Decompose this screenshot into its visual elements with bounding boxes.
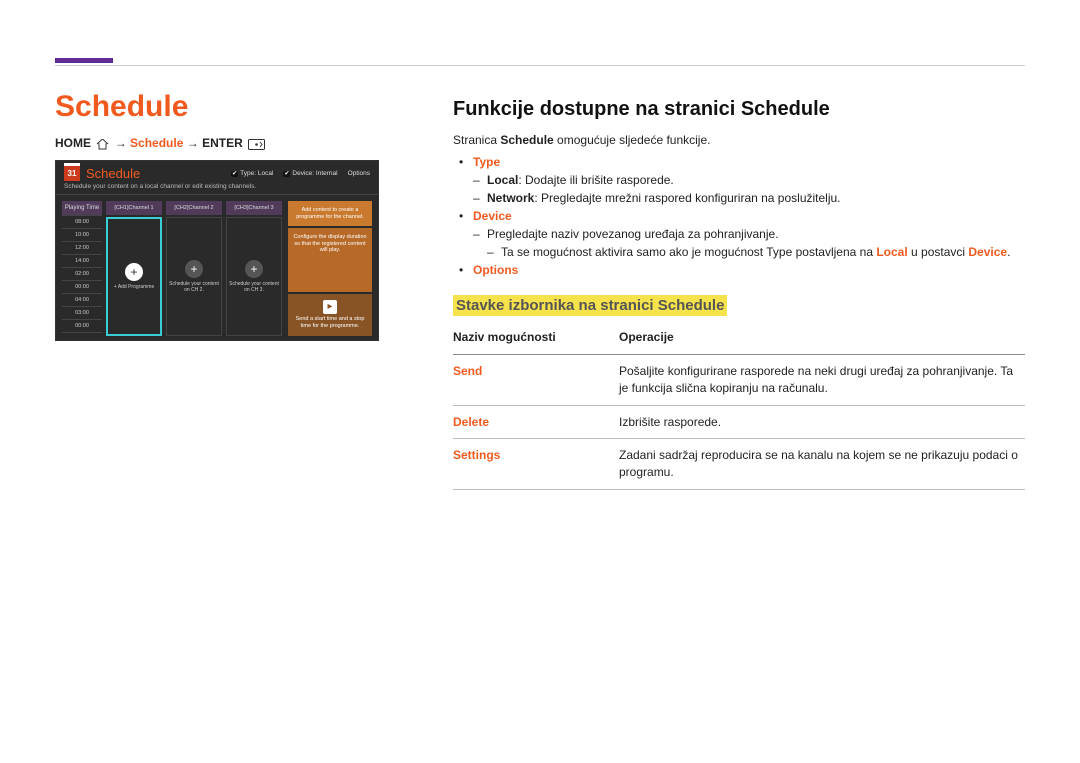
item-device: Device — [459, 209, 1025, 223]
schedule-screenshot: 31 Schedule Type: Local Device: Internal… — [55, 160, 379, 341]
row-settings-desc: Zadani sadržaj reproducira se na kanalu … — [619, 439, 1025, 490]
page-title: Schedule — [55, 90, 425, 124]
mock-side3-text: Send a start time and a stop time for th… — [292, 316, 368, 329]
bc-arrow: → — [187, 136, 202, 150]
mock-ch3-txt: Schedule your content on CH 3. — [229, 282, 279, 293]
mock-title: Schedule — [86, 166, 140, 181]
enter-icon — [248, 139, 265, 150]
table-row: Send Pošaljite konfigurirane rasporede n… — [453, 355, 1025, 406]
header-rule — [55, 65, 1025, 66]
mock-time: 14:00 — [62, 255, 102, 268]
table-row: Delete Izbrišite rasporede. — [453, 405, 1025, 439]
options-table: Naziv mogućnosti Operacije Send Pošaljit… — [453, 320, 1025, 490]
mock-side2: Configure the display duration so that t… — [288, 228, 372, 292]
intro: Stranica Schedule omogućuje sljedeće fun… — [453, 131, 1025, 149]
mock-time: 10:00 — [62, 229, 102, 242]
th-name: Naziv mogućnosti — [453, 320, 619, 355]
mock-side1: Add content to create a programme for th… — [288, 201, 372, 226]
th-ops: Operacije — [619, 320, 1025, 355]
item-device-note: Ta se mogućnost aktivira samo ako je mog… — [459, 245, 1025, 259]
mock-ch3-head: [CH3]Channel 3 — [226, 201, 282, 215]
mock-type: Type: Local — [231, 170, 273, 177]
item-options: Options — [459, 263, 1025, 277]
bc-arrow: → — [115, 136, 130, 150]
item-device-desc: Pregledajte naziv povezanog uređaja za p… — [459, 227, 1025, 241]
mock-time: 03:00 — [62, 307, 102, 320]
mock-options: Options — [348, 170, 370, 177]
home-icon — [96, 139, 109, 150]
breadcrumb: HOME → Schedule → ENTER — [55, 136, 425, 150]
row-delete-desc: Izbrišite rasporede. — [619, 405, 1025, 439]
row-delete-name: Delete — [453, 405, 619, 439]
bc-schedule: Schedule — [130, 136, 183, 150]
mock-time: 02:00 — [62, 268, 102, 281]
mock-device: Device: Internal — [283, 170, 337, 177]
mock-ch2-head: [CH2]Channel 2 — [166, 201, 222, 215]
mock-subtitle: Schedule your content on a local channel… — [56, 181, 378, 195]
add-icon: + — [245, 260, 263, 278]
feature-list: Type Local: Dodajte ili brišite raspored… — [459, 155, 1025, 277]
mock-time: 00:00 — [62, 320, 102, 333]
right-column: Funkcije dostupne na stranici Schedule S… — [453, 90, 1025, 490]
add-icon: + — [185, 260, 203, 278]
item-type-network: Network: Pregledajte mrežni raspored kon… — [459, 191, 1025, 205]
row-settings-name: Settings — [453, 439, 619, 490]
mock-ch1-head: [CH1]Channel 1 — [106, 201, 162, 215]
mock-ch2-txt: Schedule your content on CH 2. — [169, 282, 219, 293]
bc-home: HOME — [55, 136, 91, 150]
item-type: Type — [459, 155, 1025, 169]
calendar-icon: 31 — [64, 165, 80, 181]
page: Schedule HOME → Schedule → ENTER 31 Sche… — [55, 90, 1025, 490]
mock-ch1-txt: + Add Programme — [114, 285, 154, 291]
subheading: Stavke izbornika na stranici Schedule — [453, 295, 727, 316]
left-column: Schedule HOME → Schedule → ENTER 31 Sche… — [55, 90, 425, 490]
mock-times-head: Playing Time — [62, 201, 102, 216]
main-heading: Funkcije dostupne na stranici Schedule — [453, 98, 1025, 121]
table-row: Settings Zadani sadržaj reproducira se n… — [453, 439, 1025, 490]
header-accent — [55, 58, 113, 63]
add-icon: + — [125, 263, 143, 281]
mock-time: 04:00 — [62, 294, 102, 307]
item-type-local: Local: Dodajte ili brišite rasporede. — [459, 173, 1025, 187]
mock-side3: Send a start time and a stop time for th… — [288, 294, 372, 336]
mock-time: 08:00 — [62, 216, 102, 229]
mock-time: 00:00 — [62, 281, 102, 294]
bc-enter: ENTER — [202, 136, 243, 150]
mock-time: 12:00 — [62, 242, 102, 255]
row-send-desc: Pošaljite konfigurirane rasporede na nek… — [619, 355, 1025, 406]
row-send-name: Send — [453, 355, 619, 406]
